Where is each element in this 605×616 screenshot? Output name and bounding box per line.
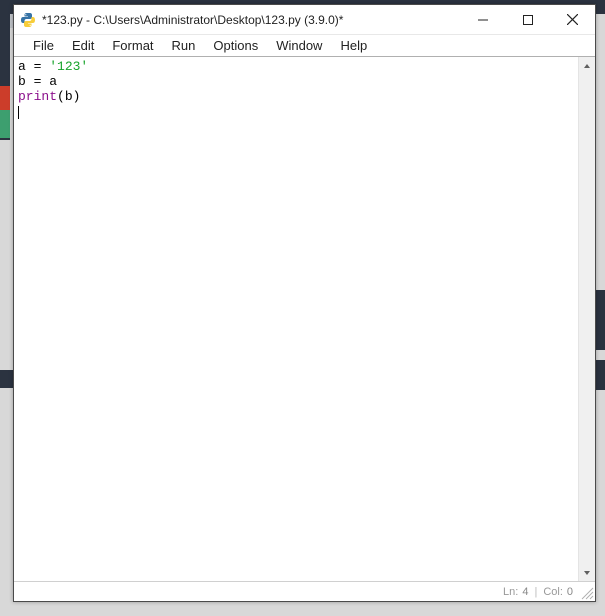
menubar: File Edit Format Run Options Window Help [14,35,595,57]
code-text: (b) [57,89,80,104]
vertical-scrollbar[interactable] [578,57,595,581]
maximize-button[interactable] [505,5,550,34]
scroll-down-button[interactable] [579,564,595,581]
close-button[interactable] [550,5,595,34]
window-title: *123.py - C:\Users\Administrator\Desktop… [42,13,460,27]
editor-area: a = '123' b = a print(b) [14,57,595,581]
scroll-track[interactable] [579,74,595,564]
menu-help[interactable]: Help [331,36,376,55]
col-value: 0 [567,586,573,598]
minimize-button[interactable] [460,5,505,34]
menu-file[interactable]: File [24,36,63,55]
statusbar: Ln: 4 | Col: 0 [14,581,595,601]
menu-edit[interactable]: Edit [63,36,103,55]
resize-grip-icon[interactable] [578,584,594,600]
menu-window[interactable]: Window [267,36,331,55]
status-separator: | [532,586,539,598]
string-literal: '123' [49,59,88,74]
idle-window: *123.py - C:\Users\Administrator\Desktop… [13,4,596,602]
window-controls [460,5,595,34]
menu-run[interactable]: Run [163,36,205,55]
menu-options[interactable]: Options [204,36,267,55]
menu-format[interactable]: Format [103,36,162,55]
ln-label: Ln: [503,586,518,598]
code-editor[interactable]: a = '123' b = a print(b) [14,57,578,581]
code-text: b = a [18,74,57,89]
python-icon [20,12,36,28]
titlebar[interactable]: *123.py - C:\Users\Administrator\Desktop… [14,5,595,35]
code-text: a = [18,59,49,74]
col-label: Col: [543,586,563,598]
scroll-up-button[interactable] [579,57,595,74]
text-cursor [18,106,19,119]
ln-value: 4 [522,586,528,598]
builtin-fn: print [18,89,57,104]
